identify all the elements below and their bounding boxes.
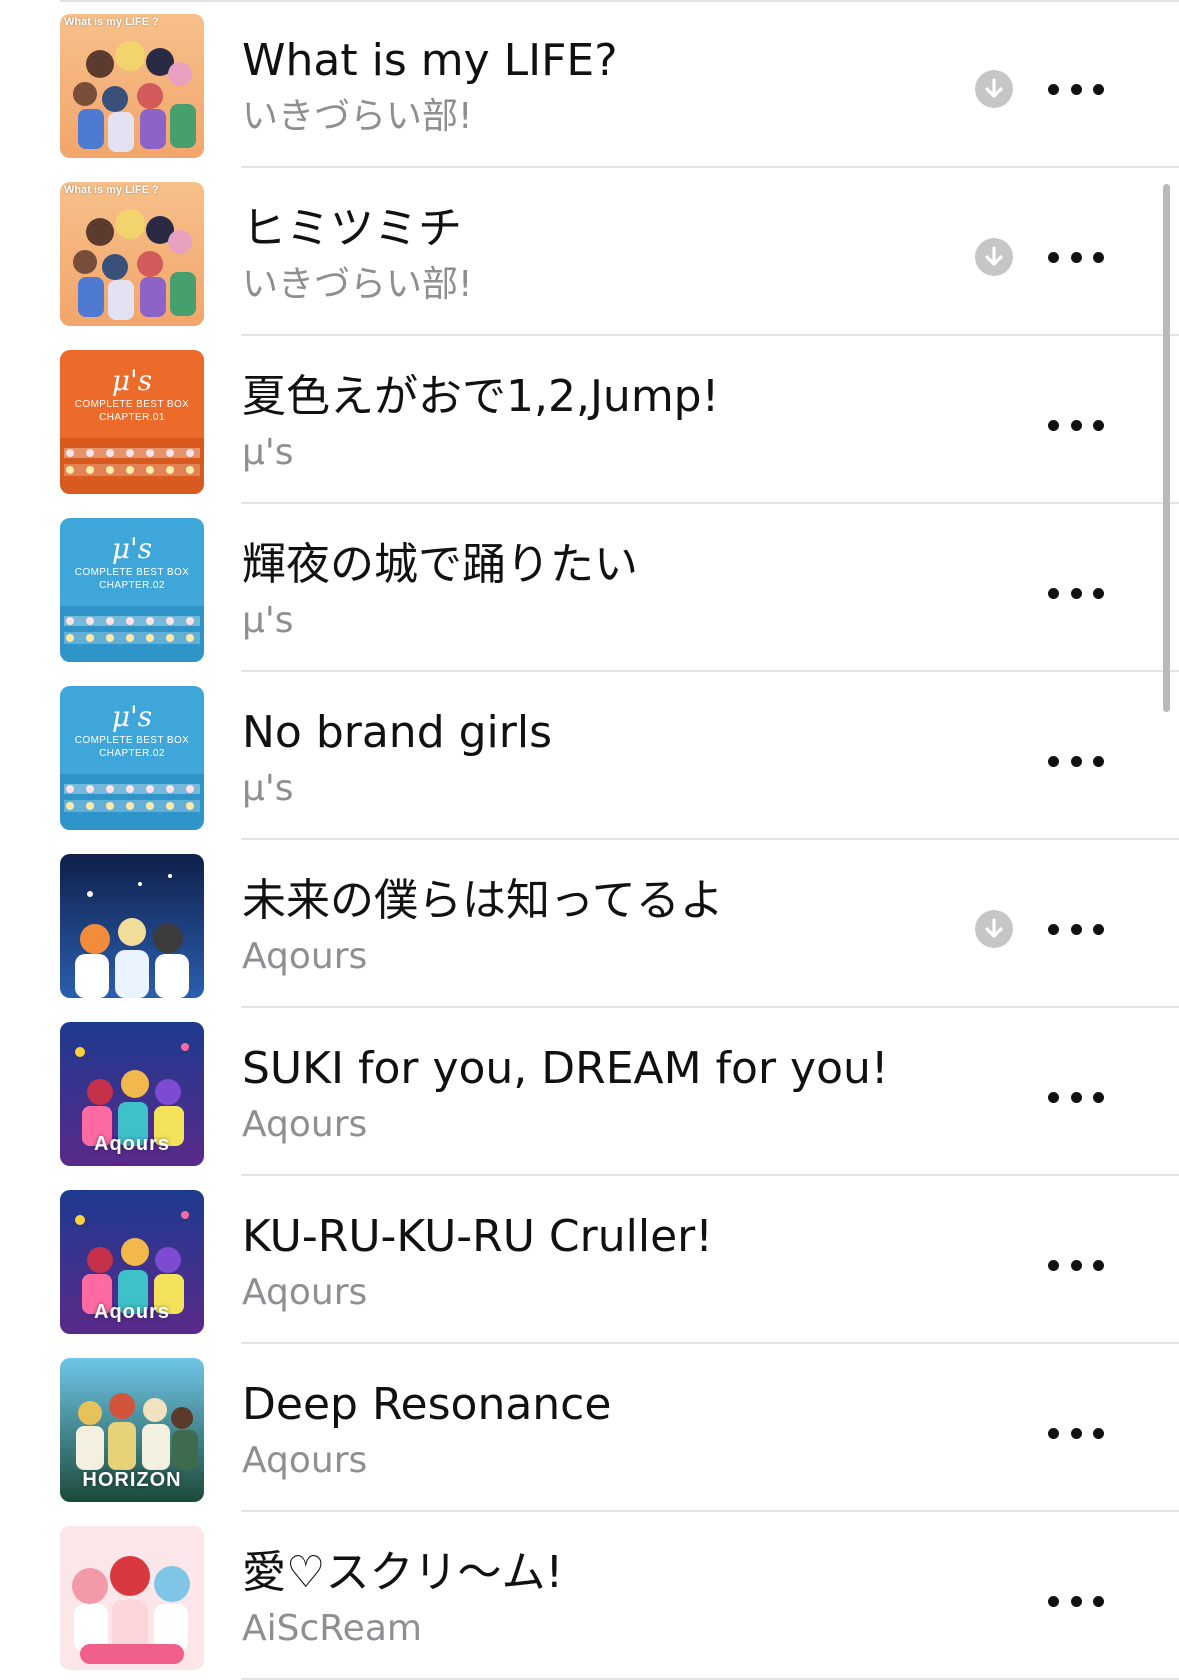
ellipsis-dot xyxy=(1048,1091,1059,1103)
ellipsis-dot xyxy=(1048,1595,1059,1607)
album-artwork: HORIZON xyxy=(60,1358,204,1502)
album-artwork: Aqours xyxy=(60,1022,204,1166)
album-artwork xyxy=(60,854,204,998)
song-title: KU-RU-KU-RU Cruller! xyxy=(242,1211,713,1262)
album-artwork-text: COMPLETE BEST BOX CHAPTER.02 xyxy=(74,735,190,759)
album-artwork-logo: μ's xyxy=(111,532,153,565)
song-row[interactable]: HORIZON Deep Resonance Aqours xyxy=(0,1344,1179,1512)
song-row[interactable]: Aqours SUKI for you, DREAM for you! Aqours xyxy=(0,1008,1179,1176)
song-artist: μ's xyxy=(242,768,294,809)
album-artwork-text: What is my LIFE ? xyxy=(64,16,159,28)
song-artist: Aqours xyxy=(242,1104,368,1145)
song-title: 愛♡スクリ〜ム! xyxy=(242,1547,564,1598)
song-title: What is my LIFE? xyxy=(242,35,618,86)
album-artwork-text: Aqours xyxy=(94,1133,170,1155)
ellipsis-dot xyxy=(1048,587,1059,599)
song-title: ヒミツミチ xyxy=(242,203,462,254)
album-artwork: What is my LIFE ? xyxy=(60,14,204,158)
song-title: 未来の僕らは知ってるよ xyxy=(242,875,724,926)
more-options-button[interactable] xyxy=(1048,1078,1104,1116)
more-options-button[interactable] xyxy=(1048,1246,1104,1284)
album-artwork-text: What is my LIFE ? xyxy=(64,184,159,196)
more-options-button[interactable] xyxy=(1048,1414,1104,1452)
song-row[interactable]: 未来の僕らは知ってるよ Aqours xyxy=(0,840,1179,1008)
song-artist: Aqours xyxy=(242,1272,368,1313)
song-title: No brand girls xyxy=(242,707,552,758)
album-artwork: μ's COMPLETE BEST BOX CHAPTER.02 xyxy=(60,686,204,830)
album-artwork: Aqours xyxy=(60,1190,204,1334)
album-artwork-logo: μ's xyxy=(111,364,153,397)
more-options-button[interactable] xyxy=(1048,910,1104,948)
ellipsis-dot xyxy=(1093,1595,1104,1607)
song-artist: いきづらい部! xyxy=(242,96,473,137)
ellipsis-dot xyxy=(1070,923,1082,935)
song-row[interactable]: μ's COMPLETE BEST BOX CHAPTER.01 夏色えがおで1,2… xyxy=(0,336,1179,504)
more-options-button[interactable] xyxy=(1048,406,1104,444)
ellipsis-dot xyxy=(1093,83,1104,95)
more-options-button[interactable] xyxy=(1048,70,1104,108)
song-list: What is my LIFE ? What is my LIFE? いきづらい部!… xyxy=(0,0,1179,1680)
ellipsis-dot xyxy=(1048,755,1059,767)
ellipsis-dot xyxy=(1048,83,1059,95)
ellipsis-dot xyxy=(1093,1427,1104,1439)
album-artwork: What is my LIFE ? xyxy=(60,182,204,326)
song-row[interactable]: 愛♡スクリ〜ム! AiScReam xyxy=(0,1512,1179,1680)
ellipsis-dot xyxy=(1093,755,1104,767)
song-row[interactable]: What is my LIFE ? What is my LIFE? いきづらい部! xyxy=(0,0,1179,168)
ellipsis-dot xyxy=(1070,251,1082,263)
ellipsis-dot xyxy=(1070,419,1082,431)
song-title: SUKI for you, DREAM for you! xyxy=(242,1043,889,1094)
ellipsis-dot xyxy=(1070,83,1082,95)
song-artist: Aqours xyxy=(242,936,368,977)
ellipsis-dot xyxy=(1070,1427,1082,1439)
ellipsis-dot xyxy=(1093,923,1104,935)
album-artwork-text: HORIZON xyxy=(82,1469,182,1491)
song-artist: Aqours xyxy=(242,1440,368,1481)
song-row[interactable]: Aqours KU-RU-KU-RU Cruller! Aqours xyxy=(0,1176,1179,1344)
song-title: 夏色えがおで1,2,Jump! xyxy=(242,371,720,422)
more-options-button[interactable] xyxy=(1048,742,1104,780)
album-artwork-text: COMPLETE BEST BOX CHAPTER.02 xyxy=(74,567,190,591)
ellipsis-dot xyxy=(1048,419,1059,431)
ellipsis-dot xyxy=(1070,1259,1082,1271)
song-artist: μ's xyxy=(242,600,294,641)
scrollbar[interactable] xyxy=(1163,184,1170,712)
song-title: 輝夜の城で踊りたい xyxy=(242,539,638,590)
song-row[interactable]: μ's COMPLETE BEST BOX CHAPTER.02 輝夜の城で踊りたい… xyxy=(0,504,1179,672)
album-artwork xyxy=(60,1526,204,1670)
song-title: Deep Resonance xyxy=(242,1379,612,1430)
ellipsis-dot xyxy=(1093,251,1104,263)
downloaded-icon xyxy=(975,910,1013,948)
album-artwork-text: COMPLETE BEST BOX CHAPTER.01 xyxy=(74,399,190,423)
ellipsis-dot xyxy=(1048,923,1059,935)
song-row[interactable]: μ's COMPLETE BEST BOX CHAPTER.02 No brand … xyxy=(0,672,1179,840)
ellipsis-dot xyxy=(1070,587,1082,599)
album-artwork: μ's COMPLETE BEST BOX CHAPTER.02 xyxy=(60,518,204,662)
ellipsis-dot xyxy=(1093,587,1104,599)
ellipsis-dot xyxy=(1070,1091,1082,1103)
ellipsis-dot xyxy=(1093,419,1104,431)
ellipsis-dot xyxy=(1093,1091,1104,1103)
ellipsis-dot xyxy=(1048,251,1059,263)
ellipsis-dot xyxy=(1070,1595,1082,1607)
album-artwork: μ's COMPLETE BEST BOX CHAPTER.01 xyxy=(60,350,204,494)
ellipsis-dot xyxy=(1048,1427,1059,1439)
song-artist: μ's xyxy=(242,432,294,473)
album-artwork-text: Aqours xyxy=(94,1301,170,1323)
album-artwork-logo: μ's xyxy=(111,700,153,733)
more-options-button[interactable] xyxy=(1048,238,1104,276)
ellipsis-dot xyxy=(1070,755,1082,767)
ellipsis-dot xyxy=(1048,1259,1059,1271)
more-options-button[interactable] xyxy=(1048,1582,1104,1620)
more-options-button[interactable] xyxy=(1048,574,1104,612)
song-row[interactable]: What is my LIFE ? ヒミツミチいきづらい部! xyxy=(0,168,1179,336)
downloaded-icon xyxy=(975,70,1013,108)
ellipsis-dot xyxy=(1093,1259,1104,1271)
song-artist: AiScReam xyxy=(242,1608,422,1649)
downloaded-icon xyxy=(975,238,1013,276)
song-artist: いきづらい部! xyxy=(242,264,473,305)
